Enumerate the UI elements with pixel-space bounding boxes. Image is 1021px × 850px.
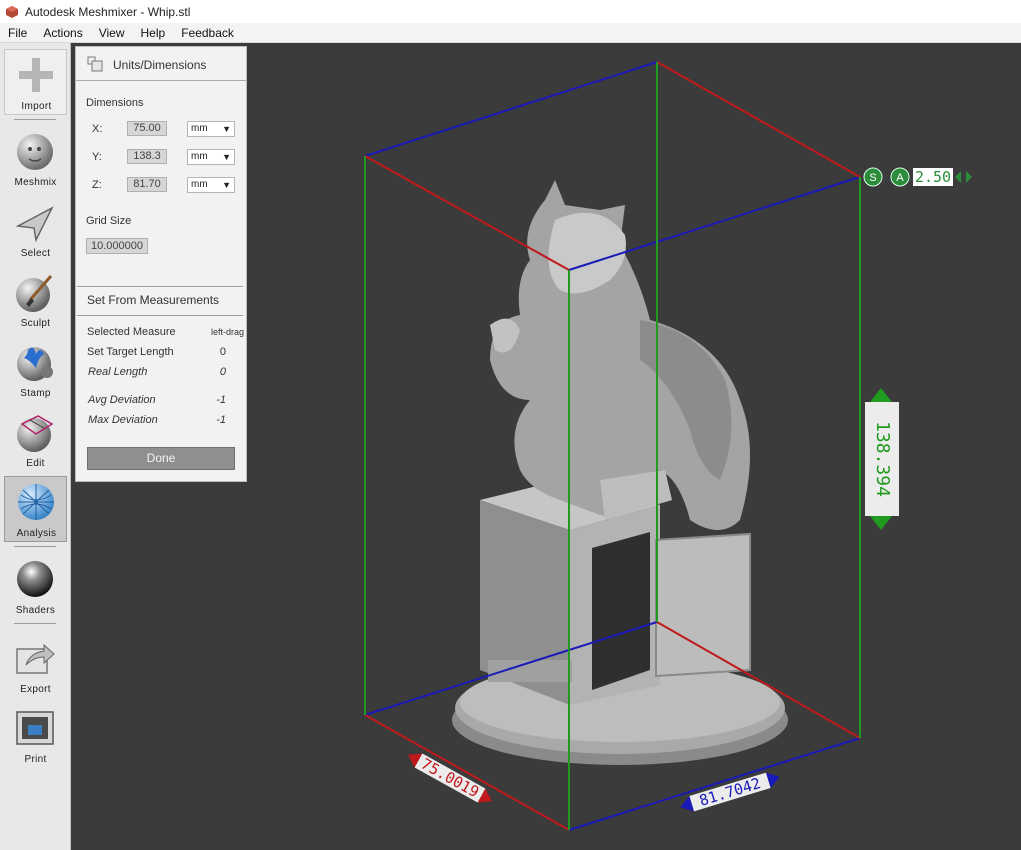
set-from-measurements-heading: Set From Measurements [87,293,220,307]
chevron-down-icon: ▼ [222,152,231,162]
meshmix-label: Meshmix [14,177,57,188]
panel-header: Units/Dimensions [76,47,246,81]
real-length-label: Real Length [88,366,148,378]
chevron-down-icon: ▼ [222,124,231,134]
y-unit-value: mm [191,151,208,162]
x-label: X: [92,123,103,135]
edit-sphere-icon [17,415,54,452]
scale-value: 2.50 [915,168,951,186]
bbox-edge-top-right [656,61,861,178]
chrome-sphere-icon [17,561,53,597]
analysis-label: Analysis [16,528,57,539]
import-label: Import [21,101,52,112]
scale-decrease-icon[interactable] [955,171,961,183]
arrow-cursor-icon [15,206,54,243]
z-dimension[interactable]: 81.7042 [678,768,783,816]
avg-deviation-value: -1 [216,394,226,406]
chevron-down-icon: ▼ [222,180,231,190]
z-unit-select[interactable]: mm ▼ [187,177,235,193]
height-value: 138.394 [872,421,893,497]
sculpt-label: Sculpt [20,318,51,329]
menu-feedback[interactable]: Feedback [173,23,242,43]
plus-icon [19,58,53,92]
toolbar-divider [14,546,56,547]
brush-sphere-icon [16,275,53,312]
y-value-field[interactable]: 138.3 [127,149,167,164]
analysis-button[interactable]: Analysis [4,476,67,542]
left-toolbar: Import Meshmix Select Sculpt Stamp Edit … [0,43,71,850]
selected-measure-value: left-drag [210,327,244,337]
selected-measure-label: Selected Measure [87,326,176,338]
menu-bar: File Actions View Help Feedback [0,23,1021,43]
height-dimension[interactable]: 138.394 [865,388,899,530]
real-length-value: 0 [219,366,226,378]
select-button[interactable]: Select [4,198,67,264]
menu-help[interactable]: Help [133,23,174,43]
export-label: Export [20,684,51,695]
analysis-mesh-sphere-icon [18,484,54,520]
panel-title: Units/Dimensions [113,58,207,72]
shaders-label: Shaders [15,605,56,616]
grid-size-label: Grid Size [86,215,132,227]
title-bar: Autodesk Meshmixer - Whip.stl [0,0,1021,23]
menu-view[interactable]: View [91,23,133,43]
done-button[interactable]: Done [87,447,235,470]
max-deviation-value: -1 [216,414,226,426]
z-unit-value: mm [191,179,208,190]
section-divider [77,286,243,287]
printer-icon [16,711,54,745]
z-label: Z: [92,179,102,191]
menu-actions[interactable]: Actions [35,23,90,43]
y-label: Y: [92,151,102,163]
window-title: Autodesk Meshmixer - Whip.stl [25,4,191,19]
x-unit-select[interactable]: mm ▼ [187,121,235,137]
section-divider [77,315,243,316]
x-dimension[interactable]: 75.0019 [404,747,497,809]
sculpt-button[interactable]: Sculpt [4,268,67,334]
menu-file[interactable]: File [0,23,35,43]
s-badge-text: S [869,172,876,184]
edit-label: Edit [26,458,45,469]
stamp-label: Stamp [20,388,51,399]
scale-increase-icon[interactable] [966,171,972,183]
a-badge-text: A [896,172,904,184]
grid-size-field[interactable]: 10.000000 [86,238,148,254]
z-value-field[interactable]: 81.70 [127,177,167,192]
stamp-button[interactable]: Stamp [4,338,67,404]
print-label: Print [24,754,47,765]
height-arrow-up-icon [870,388,892,402]
x-unit-value: mm [191,123,208,134]
y-unit-select[interactable]: mm ▼ [187,149,235,165]
height-arrow-down-icon [870,516,892,530]
meshmix-button[interactable]: Meshmix [4,127,67,193]
panel-collapse-icon[interactable] [87,56,103,72]
x-value-field[interactable]: 75.00 [127,121,167,136]
export-arrow-icon [16,643,55,674]
shaders-button[interactable]: Shaders [4,554,67,620]
edit-button[interactable]: Edit [4,408,67,474]
model-figure [490,180,750,530]
meshmixer-logo-icon [6,5,18,18]
max-deviation-label: Max Deviation [88,414,158,426]
select-label: Select [20,248,51,259]
dimensions-heading: Dimensions [86,97,144,109]
face-sphere-icon [17,134,53,170]
export-button[interactable]: Export [4,633,67,699]
avg-deviation-label: Avg Deviation [88,394,156,406]
toolbar-divider [14,119,56,120]
bbox-edge-top-back [364,61,658,157]
x-value: 75.0019 [418,755,482,801]
target-length-label: Set Target Length [87,346,174,358]
import-button[interactable]: Import [4,49,67,115]
target-length-value[interactable]: 0 [200,346,226,358]
stamp-fleur-icon [17,347,53,381]
toolbar-divider [14,623,56,624]
scale-controls[interactable]: S A 2.50 [863,167,972,187]
print-button[interactable]: Print [4,703,67,769]
